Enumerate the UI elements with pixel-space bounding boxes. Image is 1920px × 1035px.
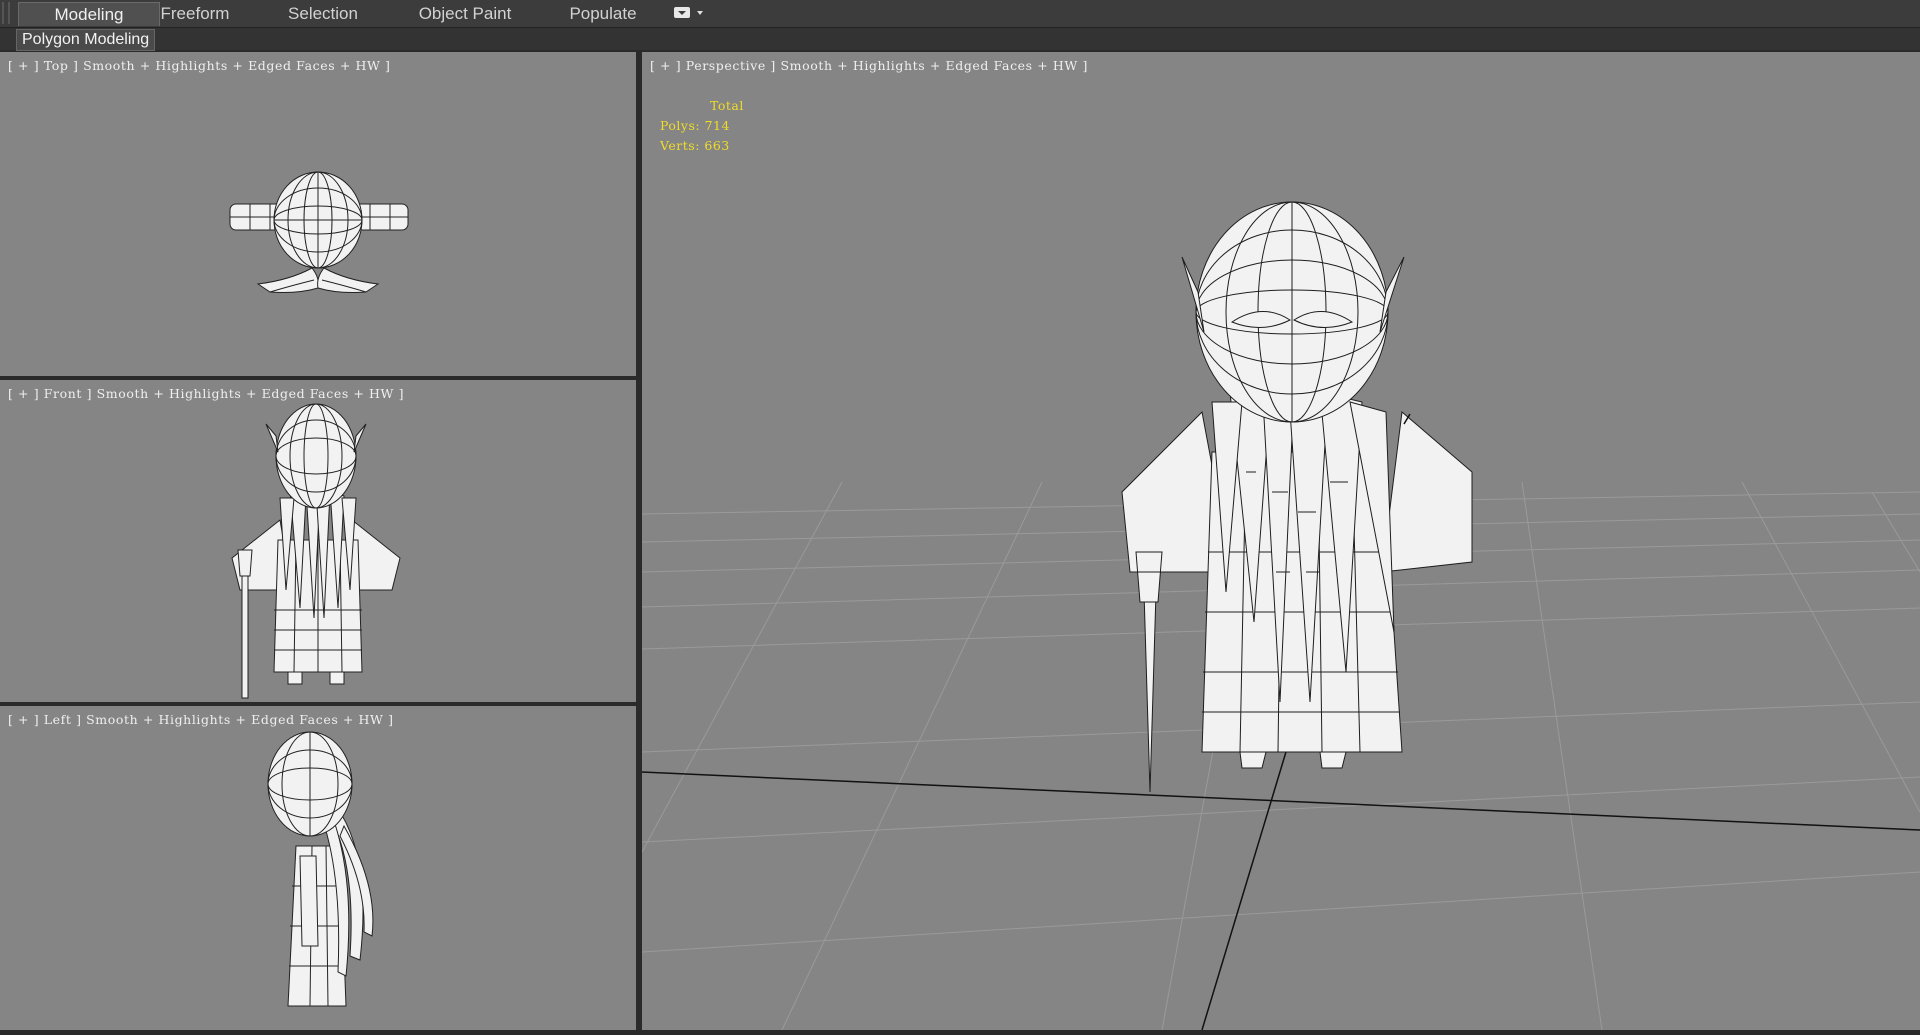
- viewport-front[interactable]: [ + ] Front ] Smooth + Highlights + Edge…: [0, 380, 636, 702]
- tab-populate[interactable]: Populate: [560, 2, 646, 26]
- chevron-down-icon[interactable]: [697, 11, 703, 15]
- tab-object-paint[interactable]: Object Paint: [410, 2, 520, 26]
- perspective-view-scene: [642, 201, 1920, 1030]
- tab-selection[interactable]: Selection: [278, 2, 368, 26]
- workspace-dropdown-icon[interactable]: [674, 7, 690, 18]
- polygon-modeling-panel-label[interactable]: Polygon Modeling: [16, 29, 156, 51]
- left-view-mesh: [267, 731, 374, 1007]
- viewport-top[interactable]: [ + ] Top ] Smooth + Highlights + Edged …: [0, 52, 636, 376]
- tab-freeform[interactable]: Freeform: [150, 2, 240, 26]
- tab-modeling[interactable]: Modeling: [18, 2, 160, 26]
- character-mesh: [1121, 201, 1473, 793]
- ribbon-grip-handle[interactable]: [2, 2, 10, 24]
- bottom-status-strip: [0, 1030, 1920, 1035]
- ribbon-tab-bar: Modeling Freeform Selection Object Paint…: [0, 0, 1920, 28]
- top-view-mesh: [229, 171, 409, 293]
- viewport-perspective[interactable]: [ + ] Perspective ] Smooth + Highlights …: [642, 52, 1920, 1030]
- viewport-left[interactable]: [ + ] Left ] Smooth + Highlights + Edged…: [0, 706, 636, 1030]
- front-view-mesh: [231, 403, 401, 699]
- ribbon-panel-bar: Polygon Modeling: [0, 28, 1920, 51]
